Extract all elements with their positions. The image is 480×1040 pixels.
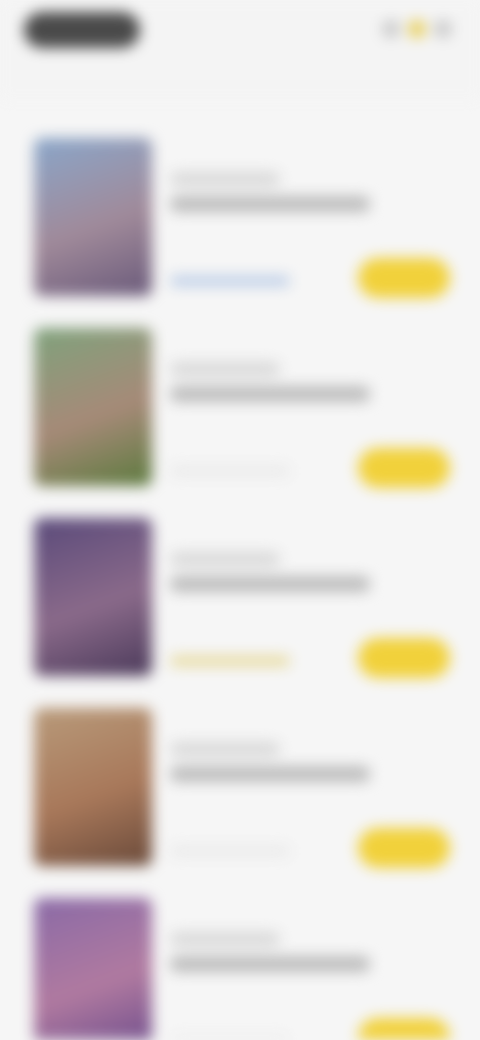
item-title[interactable]	[170, 766, 370, 782]
item-meta	[170, 932, 390, 982]
action-button[interactable]	[358, 828, 450, 868]
cover-artwork	[34, 328, 152, 486]
list-item[interactable]	[0, 308, 480, 498]
cover-artwork	[34, 138, 152, 296]
item-subtitle	[170, 172, 280, 186]
cover-image[interactable]	[34, 328, 152, 486]
item-meta	[170, 742, 390, 792]
item-meta	[170, 172, 390, 222]
app-screen	[0, 0, 480, 1040]
action-button[interactable]	[358, 638, 450, 678]
action-button[interactable]	[358, 1018, 450, 1040]
action-button[interactable]	[358, 258, 450, 298]
list-item[interactable]	[0, 118, 480, 308]
item-tag	[170, 1036, 290, 1040]
cover-image[interactable]	[34, 898, 152, 1040]
profile-icon[interactable]	[434, 20, 452, 38]
item-meta	[170, 362, 390, 412]
item-subtitle	[170, 742, 280, 756]
cover-artwork	[34, 708, 152, 866]
item-title[interactable]	[170, 196, 370, 212]
list-item[interactable]	[0, 688, 480, 878]
cover-image[interactable]	[34, 138, 152, 296]
list-item[interactable]	[0, 878, 480, 1040]
item-title[interactable]	[170, 576, 370, 592]
top-actions	[352, 18, 452, 40]
item-tag	[170, 466, 290, 476]
cover-artwork	[34, 518, 152, 676]
star-icon[interactable]	[408, 20, 426, 38]
content-list	[0, 118, 480, 1040]
cover-image[interactable]	[34, 708, 152, 866]
list-item[interactable]	[0, 498, 480, 688]
item-meta	[170, 552, 390, 602]
search-icon[interactable]	[382, 20, 400, 38]
cover-artwork	[34, 898, 152, 1040]
item-tag	[170, 656, 290, 666]
action-button[interactable]	[358, 448, 450, 488]
item-title[interactable]	[170, 956, 370, 972]
item-tag	[170, 846, 290, 856]
item-subtitle	[170, 932, 280, 946]
item-tag	[170, 276, 290, 286]
top-tab-pill[interactable]	[24, 12, 140, 48]
top-bar	[0, 0, 480, 100]
item-title[interactable]	[170, 386, 370, 402]
cover-image[interactable]	[34, 518, 152, 676]
item-subtitle	[170, 552, 280, 566]
item-subtitle	[170, 362, 280, 376]
